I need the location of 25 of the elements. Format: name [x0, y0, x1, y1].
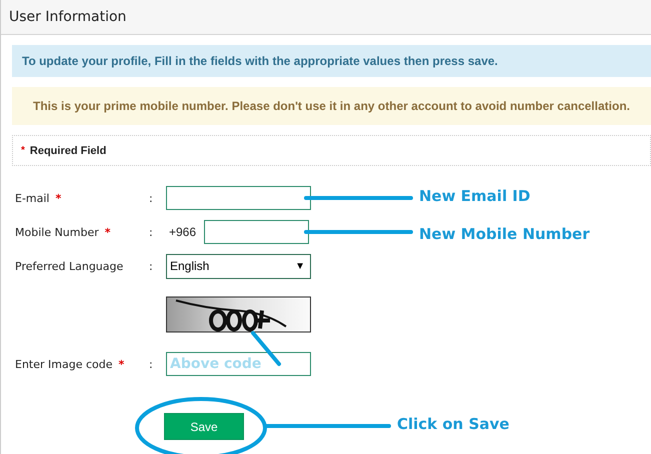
field-label: Enter Image code: [15, 358, 112, 370]
required-asterisk: *: [118, 358, 124, 370]
dropdown-arrow-icon: ▼: [295, 260, 305, 272]
field-label: Mobile Number: [15, 226, 99, 238]
required-asterisk: *: [104, 226, 111, 238]
field-label: Preferred Language: [15, 260, 124, 272]
colon-label: :: [149, 358, 153, 370]
required-asterisk: *: [56, 192, 62, 204]
required-field-label: Required Field: [30, 144, 106, 156]
language-dropdown[interactable]: English ▼: [166, 254, 311, 278]
annotation-text: Click on Save: [397, 415, 510, 433]
colon-label: :: [149, 192, 153, 204]
save-button[interactable]: Save: [164, 413, 244, 440]
annotation-text: New Email ID: [419, 187, 530, 205]
panel-title: User Information: [9, 9, 126, 25]
input-field[interactable]: [204, 220, 309, 244]
field-label: E-mail: [15, 192, 50, 204]
info-alert: To update your profile, Fill in the fields with the appropriate values then press save.: [12, 45, 651, 77]
annotation-text: New Mobile Number: [419, 225, 590, 243]
colon-label: :: [149, 226, 153, 238]
required-asterisk: *: [21, 145, 25, 156]
input-field[interactable]: [166, 186, 311, 210]
colon-label: :: [149, 260, 153, 272]
country-code: +966: [168, 225, 198, 239]
warning-alert: This is your prime mobile number. Please don't use it in any other account to avoid number cancellation.: [12, 87, 651, 125]
